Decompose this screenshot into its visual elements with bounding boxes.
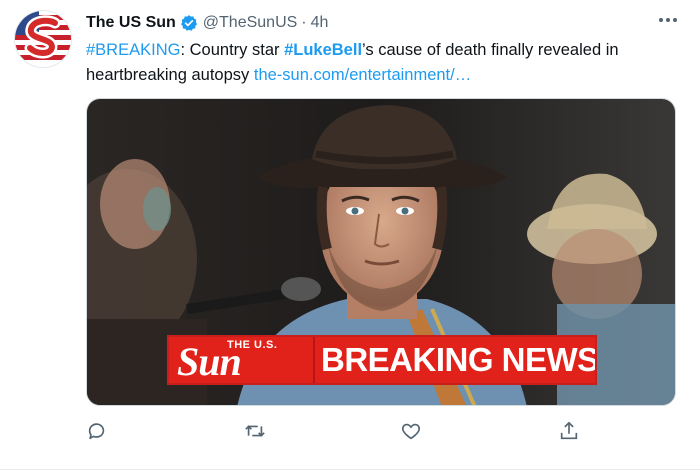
banner-headline: BREAKING NEWS <box>313 337 595 383</box>
banner-logo-big-text: Sun <box>177 339 242 384</box>
separator-dot: · <box>301 14 307 31</box>
tweet-text: #BREAKING: Country star #LukeBell’s caus… <box>86 38 676 88</box>
the-us-sun-banner-logo: THE U.S. Sun <box>169 337 313 383</box>
the-us-sun-logo-icon <box>15 11 71 67</box>
article-link[interactable]: the-sun.com/entertainment/… <box>254 66 471 84</box>
hashtag-breaking[interactable]: #BREAKING <box>86 41 180 59</box>
tweet-header: The US Sun @TheSunUS · 4h <box>86 12 680 34</box>
tweet-actions <box>86 420 586 446</box>
hashtag-lukebell[interactable]: #LukeBell <box>284 41 362 59</box>
reply-icon[interactable] <box>86 420 110 444</box>
tweet-media-image[interactable]: THE U.S. Sun BREAKING NEWS <box>86 98 676 406</box>
timestamp[interactable]: 4h <box>311 14 329 32</box>
more-icon[interactable] <box>656 10 680 30</box>
tweet-text-part1: : Country star <box>180 41 285 59</box>
breaking-news-banner: THE U.S. Sun BREAKING NEWS <box>167 335 597 385</box>
retweet-icon[interactable] <box>244 420 268 444</box>
handle[interactable]: @TheSunUS <box>203 14 298 32</box>
tweet[interactable]: The US Sun @TheSunUS · 4h #BREAKING: Cou… <box>0 0 700 470</box>
display-name[interactable]: The US Sun <box>86 14 176 32</box>
like-icon[interactable] <box>400 420 424 444</box>
share-icon[interactable] <box>558 420 582 444</box>
avatar[interactable] <box>14 10 72 68</box>
verified-badge-icon <box>180 14 198 32</box>
